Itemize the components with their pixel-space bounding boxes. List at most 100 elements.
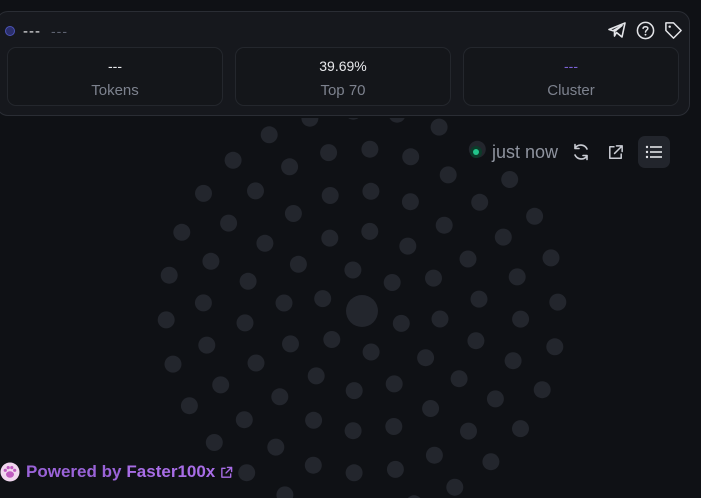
holder-bubble[interactable]: [260, 126, 278, 144]
token-name: ---: [23, 22, 41, 40]
holder-bubble[interactable]: [422, 400, 440, 417]
header-actions: [607, 20, 683, 40]
holder-bubble[interactable]: [267, 438, 285, 456]
holder-bubble[interactable]: [430, 118, 448, 136]
external-link-icon[interactable]: [220, 465, 234, 479]
holder-bubble[interactable]: [236, 314, 254, 332]
holder-bubble[interactable]: [508, 268, 526, 286]
holder-bubble[interactable]: [301, 118, 319, 127]
holder-bubble[interactable]: [512, 420, 529, 438]
holder-bubble[interactable]: [470, 290, 488, 308]
holder-bubble[interactable]: [212, 376, 230, 394]
holder-bubble[interactable]: [482, 453, 500, 471]
holder-bubble[interactable]: [157, 311, 175, 329]
holder-bubble[interactable]: [323, 331, 341, 348]
holder-bubble[interactable]: [486, 390, 504, 408]
brand-link[interactable]: Faster100x: [126, 462, 215, 482]
holder-bubble[interactable]: [164, 355, 182, 373]
holder-bubble[interactable]: [281, 158, 299, 176]
holder-bubble[interactable]: [549, 293, 567, 311]
holder-bubble[interactable]: [344, 261, 362, 279]
holder-bubble[interactable]: [494, 228, 512, 246]
holder-bubble[interactable]: [198, 336, 216, 354]
holder-bubble[interactable]: [276, 486, 294, 498]
holder-bubble[interactable]: [542, 249, 560, 267]
help-icon[interactable]: [635, 20, 655, 40]
holder-bubble[interactable]: [512, 310, 530, 328]
holder-bubble[interactable]: [345, 382, 363, 400]
holder-bubble[interactable]: [435, 216, 453, 234]
holder-bubble[interactable]: [235, 411, 253, 429]
holder-bubble[interactable]: [195, 184, 212, 202]
holder-bubble[interactable]: [459, 250, 477, 268]
powered-by-footer[interactable]: Powered by Faster100x: [0, 460, 234, 484]
holder-bubble[interactable]: [256, 234, 274, 252]
holder-bubble[interactable]: [271, 388, 289, 406]
holder-bubble[interactable]: [247, 182, 264, 200]
holder-bubble[interactable]: [304, 456, 322, 474]
holder-bubble[interactable]: [305, 411, 323, 429]
token-status-dot: [5, 26, 15, 36]
holder-bubble[interactable]: [460, 422, 477, 440]
holder-bubble[interactable]: [239, 272, 257, 290]
holder-bubble[interactable]: [533, 381, 551, 399]
holder-bubble[interactable]: [247, 354, 265, 372]
holder-bubble[interactable]: [289, 255, 307, 273]
holder-bubble[interactable]: [467, 332, 485, 350]
holder-bubble[interactable]: [173, 223, 191, 241]
holder-bubble[interactable]: [385, 418, 403, 435]
holder-bubble[interactable]: [345, 118, 362, 120]
holder-bubble[interactable]: [471, 193, 489, 211]
holder-bubble[interactable]: [431, 310, 449, 328]
holder-bubble[interactable]: [194, 294, 212, 312]
holder-bubble[interactable]: [501, 171, 519, 188]
holder-bubble[interactable]: [220, 214, 238, 232]
holder-bubble[interactable]: [344, 422, 362, 440]
holder-bubble[interactable]: [361, 222, 379, 240]
holder-bubble[interactable]: [180, 397, 198, 415]
holder-bubble[interactable]: [314, 290, 332, 308]
holder-bubble[interactable]: [275, 294, 293, 312]
holder-bubble[interactable]: [417, 349, 435, 367]
holder-bubble[interactable]: [383, 274, 401, 291]
holder-bubble[interactable]: [362, 343, 380, 361]
telegram-icon[interactable]: [607, 20, 627, 40]
holder-bubble[interactable]: [307, 367, 325, 385]
holder-bubble-center[interactable]: [346, 295, 378, 327]
holder-bubble[interactable]: [402, 148, 420, 166]
holder-bubble[interactable]: [160, 266, 178, 284]
holder-bubble[interactable]: [392, 314, 410, 332]
holder-bubble[interactable]: [425, 446, 443, 464]
holder-bubble[interactable]: [439, 166, 457, 184]
external-link-icon[interactable]: [604, 141, 626, 163]
holder-bubble[interactable]: [321, 187, 339, 204]
refresh-icon[interactable]: [570, 141, 592, 163]
holder-bubble[interactable]: [205, 434, 223, 451]
holder-bubble[interactable]: [224, 151, 242, 169]
tag-icon[interactable]: [663, 20, 683, 40]
holder-bubble[interactable]: [425, 269, 442, 287]
holder-bubble[interactable]: [526, 207, 544, 225]
holder-bubble[interactable]: [282, 335, 299, 353]
stat-value: 39.69%: [319, 58, 367, 74]
token-header-card: --- --- --- Tokens 39.69% Top 70 --- Clu…: [0, 11, 690, 116]
holder-bubble[interactable]: [389, 118, 406, 123]
holder-bubble[interactable]: [401, 193, 419, 211]
holder-bubble[interactable]: [284, 205, 302, 222]
holder-bubble[interactable]: [321, 229, 339, 247]
holder-bubble[interactable]: [361, 140, 379, 158]
holder-bubble[interactable]: [362, 182, 380, 200]
holder-bubble[interactable]: [385, 375, 403, 393]
holder-bubble[interactable]: [446, 478, 464, 496]
holder-bubble[interactable]: [345, 464, 363, 482]
list-view-button[interactable]: [638, 136, 671, 168]
holder-bubble[interactable]: [504, 352, 522, 370]
holder-bubble[interactable]: [320, 144, 338, 162]
holder-bubble[interactable]: [546, 338, 564, 356]
bubble-map[interactable]: [0, 118, 701, 498]
holder-bubble[interactable]: [386, 460, 404, 478]
holder-bubble[interactable]: [202, 252, 220, 270]
holder-bubble[interactable]: [238, 464, 256, 482]
holder-bubble[interactable]: [450, 370, 468, 388]
holder-bubble[interactable]: [399, 237, 417, 255]
